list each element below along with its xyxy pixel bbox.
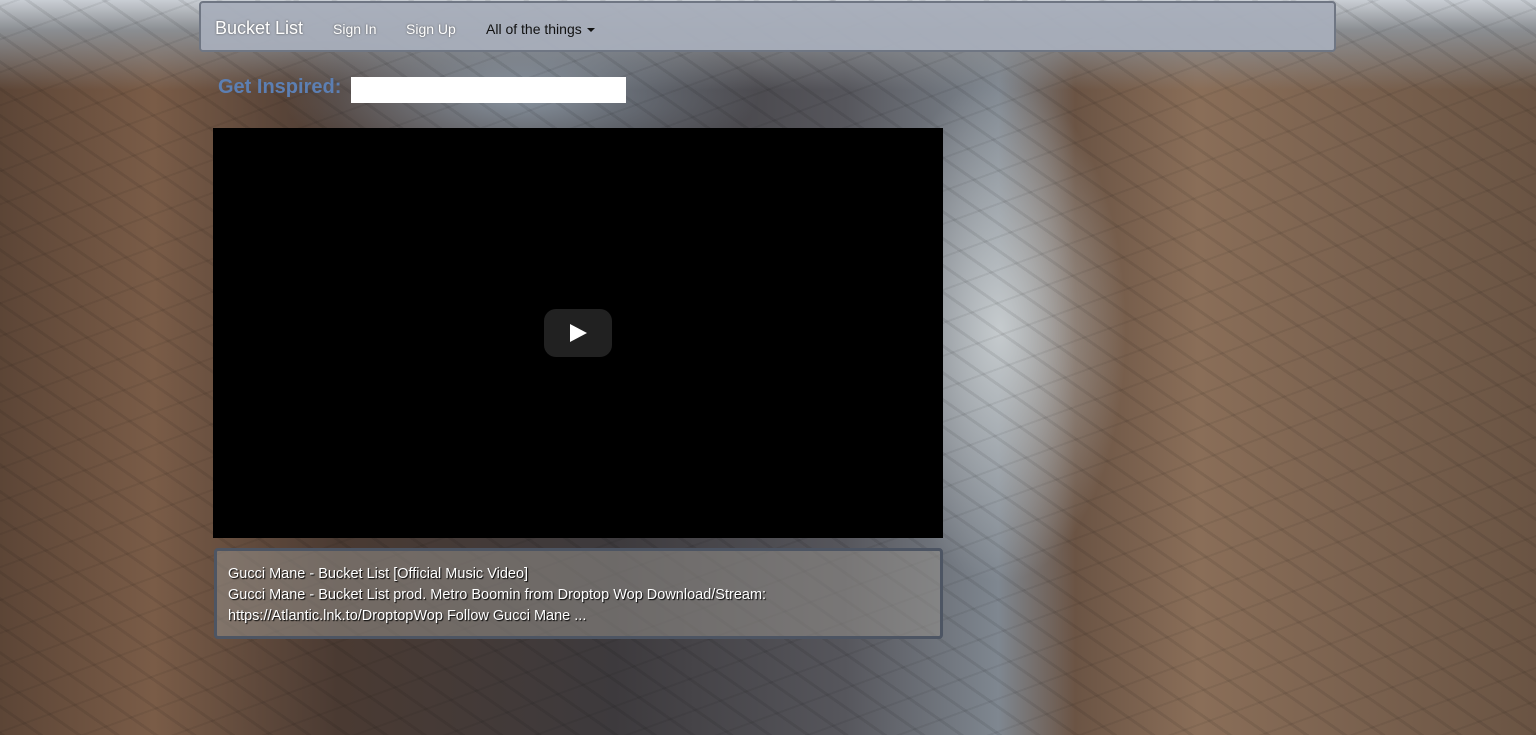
brand-link[interactable]: Bucket List — [215, 18, 303, 39]
video-description-line: Gucci Mane - Bucket List prod. Metro Boo… — [228, 587, 767, 603]
video-title: Gucci Mane - Bucket List [Official Music… — [228, 566, 529, 582]
sign-in-link[interactable]: Sign In — [333, 21, 377, 37]
things-dropdown[interactable]: All of the things — [486, 21, 595, 37]
play-button[interactable] — [544, 309, 612, 357]
video-player[interactable] — [213, 128, 943, 538]
video-description-line: https://Atlantic.lnk.to/DroptopWop Follo… — [228, 608, 587, 624]
play-icon — [570, 324, 587, 342]
navbar: Bucket List Sign In Sign Up All of the t… — [199, 1, 1336, 52]
caret-down-icon — [586, 28, 595, 33]
get-inspired-label: Get Inspired: — [218, 76, 342, 98]
inspire-search-input[interactable] — [351, 77, 626, 103]
things-dropdown-label: All of the things — [486, 21, 582, 37]
video-description-box: Gucci Mane - Bucket List [Official Music… — [214, 548, 943, 639]
sign-up-link[interactable]: Sign Up — [406, 21, 456, 37]
